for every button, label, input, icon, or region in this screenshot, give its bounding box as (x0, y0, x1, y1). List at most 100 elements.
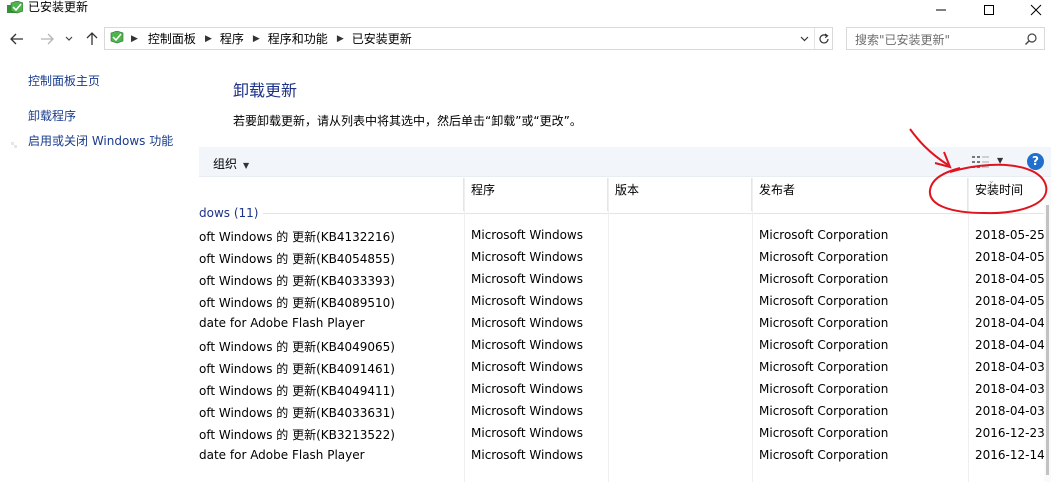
list-item[interactable]: oft Windows 的 更新(KB3213522) Microsoft Wi… (199, 424, 1051, 446)
arrow-right-icon (41, 33, 54, 45)
maximize-button[interactable] (966, 0, 1012, 20)
chevron-right-icon[interactable]: ▶ (337, 34, 344, 44)
list-item[interactable]: oft Windows 的 更新(KB4033393) Microsoft Wi… (199, 270, 1051, 292)
update-program: Microsoft Windows (471, 316, 583, 330)
back-button[interactable] (6, 28, 28, 50)
minimize-button[interactable] (918, 0, 964, 20)
close-icon (1030, 4, 1042, 16)
update-install-date: 2018-04-04 (975, 338, 1045, 352)
update-name: date for Adobe Flash Player (199, 316, 365, 330)
view-details-icon[interactable] (972, 155, 990, 169)
column-divider[interactable] (464, 178, 465, 482)
address-bar[interactable]: ▶ 控制面板 ▶ 程序 ▶ 程序和功能 ▶ 已安装更新 (104, 27, 833, 50)
up-button[interactable] (82, 28, 102, 50)
update-rows: oft Windows 的 更新(KB4132216) Microsoft Wi… (199, 226, 1051, 468)
recent-locations-button[interactable] (62, 28, 76, 50)
update-publisher: Microsoft Corporation (759, 404, 889, 418)
organize-button[interactable]: 组织 ▼ (213, 155, 249, 172)
breadcrumb: ▶ 控制面板 ▶ 程序 ▶ 程序和功能 ▶ 已安装更新 (127, 28, 412, 49)
scrollbar-thumb[interactable] (1046, 205, 1049, 475)
update-install-date: 2018-05-25 (975, 228, 1045, 242)
updates-list: 程序 版本 发布者 安装时间 ⌄ dows (11) oft Windows 的… (199, 178, 1051, 482)
update-install-date: 2018-04-03 (975, 404, 1045, 418)
list-item[interactable]: oft Windows 的 更新(KB4049411) Microsoft Wi… (199, 380, 1051, 402)
update-program: Microsoft Windows (471, 338, 583, 352)
list-item[interactable]: oft Windows 的 更新(KB4132216) Microsoft Wi… (199, 226, 1051, 248)
update-program: Microsoft Windows (471, 426, 583, 440)
help-icon[interactable]: ? (1027, 153, 1044, 170)
control-panel-icon (110, 31, 124, 44)
chevron-right-icon[interactable]: ▶ (253, 34, 260, 44)
update-install-date: 2018-04-04 (975, 316, 1045, 330)
uninstall-program-link[interactable]: 卸载程序 (28, 107, 76, 124)
update-install-date: 2018-04-05 (975, 272, 1045, 286)
list-item[interactable]: oft Windows 的 更新(KB4089510) Microsoft Wi… (199, 292, 1051, 314)
update-program: Microsoft Windows (471, 294, 583, 308)
column-divider[interactable] (968, 178, 969, 482)
chevron-right-icon[interactable]: ▶ (131, 34, 138, 44)
view-options-caret-icon[interactable]: ▼ (997, 156, 1003, 165)
list-item[interactable]: oft Windows 的 更新(KB4091461) Microsoft Wi… (199, 358, 1051, 380)
list-item[interactable]: date for Adobe Flash Player Microsoft Wi… (199, 446, 1051, 468)
group-divider (263, 213, 1051, 214)
window-title: 已安装更新 (28, 0, 89, 14)
group-header[interactable]: dows (11) (199, 206, 1051, 222)
update-install-date: 2016-12-14 (975, 448, 1045, 462)
search-input[interactable]: 搜索"已安装更新" (846, 27, 1045, 50)
control-panel-home-link[interactable]: 控制面板主页 (28, 72, 100, 89)
update-publisher: Microsoft Corporation (759, 426, 889, 440)
list-item[interactable]: oft Windows 的 更新(KB4049065) Microsoft Wi… (199, 336, 1051, 358)
update-name: oft Windows 的 更新(KB4033393) (199, 274, 395, 288)
update-name: oft Windows 的 更新(KB4033631) (199, 406, 395, 420)
update-program: Microsoft Windows (471, 448, 583, 462)
arrow-up-icon (86, 32, 98, 45)
page-description: 若要卸载更新，请从列表中将其选中，然后单击“卸载”或“更改”。 (233, 114, 582, 128)
update-publisher: Microsoft Corporation (759, 382, 889, 396)
list-item[interactable]: oft Windows 的 更新(KB4054855) Microsoft Wi… (199, 248, 1051, 270)
breadcrumb-item-control-panel[interactable]: 控制面板 (148, 30, 196, 47)
group-label: dows (11) (199, 206, 259, 220)
chevron-down-icon (65, 36, 73, 41)
update-program: Microsoft Windows (471, 228, 583, 242)
arrow-left-icon (10, 33, 23, 45)
search-icon[interactable] (1024, 32, 1038, 46)
update-install-date: 2018-04-05 (975, 250, 1045, 264)
update-name: oft Windows 的 更新(KB4091461) (199, 362, 395, 376)
title-bar: 已安装更新 (0, 0, 1051, 24)
update-name: oft Windows 的 更新(KB4054855) (199, 252, 395, 266)
address-history-button[interactable] (795, 28, 813, 49)
breadcrumb-item-installed-updates[interactable]: 已安装更新 (352, 30, 412, 47)
column-divider[interactable] (608, 178, 609, 482)
page-title: 卸载更新 (233, 81, 298, 100)
list-item[interactable]: date for Adobe Flash Player Microsoft Wi… (199, 314, 1051, 336)
windows-features-link[interactable]: 启用或关闭 Windows 功能 (28, 132, 173, 149)
column-divider[interactable] (752, 178, 753, 482)
left-pane: 控制面板主页 卸载程序 启用或关闭 Windows 功能 (0, 60, 195, 480)
update-name: oft Windows 的 更新(KB4089510) (199, 296, 395, 310)
update-program: Microsoft Windows (471, 382, 583, 396)
update-publisher: Microsoft Corporation (759, 338, 889, 352)
maximize-icon (984, 5, 994, 15)
update-publisher: Microsoft Corporation (759, 272, 889, 286)
update-install-date: 2016-12-23 (975, 426, 1045, 440)
minimize-icon (936, 9, 946, 11)
update-install-date: 2018-04-05 (975, 294, 1045, 308)
breadcrumb-item-programs-features[interactable]: 程序和功能 (268, 30, 328, 47)
command-bar: 组织 ▼ ▼ ? (199, 147, 1051, 177)
update-name: oft Windows 的 更新(KB4049411) (199, 384, 395, 398)
close-button[interactable] (1013, 0, 1051, 20)
update-name: oft Windows 的 更新(KB4132216) (199, 230, 395, 244)
update-publisher: Microsoft Corporation (759, 360, 889, 374)
update-name: date for Adobe Flash Player (199, 448, 365, 462)
update-publisher: Microsoft Corporation (759, 316, 889, 330)
update-install-date: 2018-04-03 (975, 360, 1045, 374)
chevron-down-icon (800, 36, 808, 41)
breadcrumb-item-programs[interactable]: 程序 (220, 30, 244, 47)
forward-button[interactable] (36, 28, 58, 50)
refresh-button[interactable] (814, 28, 833, 49)
chevron-right-icon[interactable]: ▶ (205, 34, 212, 44)
list-item[interactable]: oft Windows 的 更新(KB4033631) Microsoft Wi… (199, 402, 1051, 424)
update-name: oft Windows 的 更新(KB4049065) (199, 340, 395, 354)
sort-descending-icon: ⌄ (988, 178, 995, 185)
update-publisher: Microsoft Corporation (759, 250, 889, 264)
